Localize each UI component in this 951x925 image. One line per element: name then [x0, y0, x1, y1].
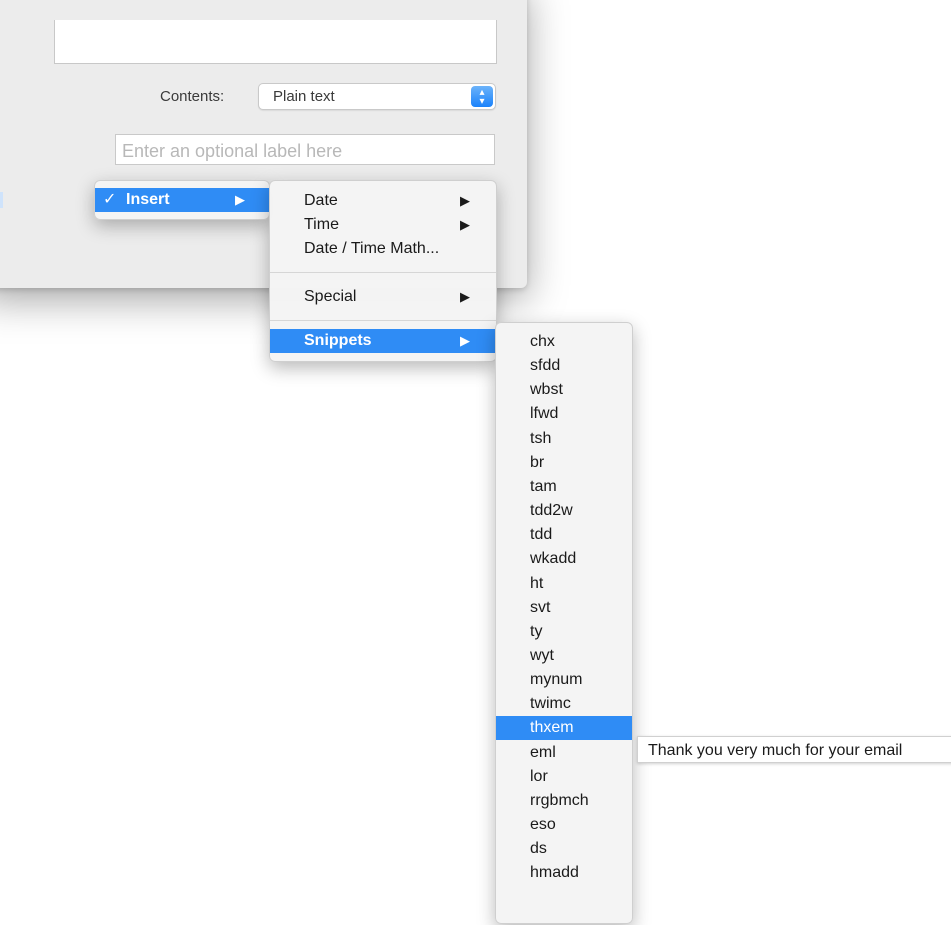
snippet-item-wkadd[interactable]: wkadd: [496, 547, 632, 571]
snippet-item-chx[interactable]: chx: [496, 330, 632, 354]
menu-separator: [270, 272, 496, 273]
contents-popup[interactable]: Plain text ▴ ▾: [258, 83, 496, 110]
menu-item-snippets-label: Snippets: [304, 332, 372, 349]
snippet-label: lfwd: [530, 405, 559, 423]
submenu-arrow-icon: ▶: [460, 333, 470, 348]
popup-chevrons-icon: ▴ ▾: [471, 86, 493, 107]
snippet-item-hmadd[interactable]: hmadd: [496, 861, 632, 885]
snippet-label: lor: [530, 767, 548, 785]
submenu-arrow-icon: ▶: [460, 289, 470, 304]
snippet-item-ht[interactable]: ht: [496, 572, 632, 596]
menu-item-time[interactable]: Time ▶: [270, 213, 496, 237]
snippet-label: tdd: [530, 526, 553, 544]
snippet-label: svt: [530, 598, 551, 616]
snippet-item-eml[interactable]: eml: [496, 741, 632, 765]
snippet-item-sfdd[interactable]: sfdd: [496, 354, 632, 378]
label-input[interactable]: [115, 134, 495, 165]
menu-item-date-time-math-label: Date / Time Math...: [304, 240, 440, 257]
snippet-label: wbst: [530, 381, 563, 399]
snippet-label: wyt: [530, 646, 554, 664]
snippet-item-svt[interactable]: svt: [496, 596, 632, 620]
menu-separator: [270, 320, 496, 321]
menu-item-date[interactable]: Date ▶: [270, 189, 496, 213]
submenu-arrow-icon: ▶: [460, 193, 470, 208]
snippet-item-tam[interactable]: tam: [496, 475, 632, 499]
snippet-label: eso: [530, 816, 556, 833]
snippet-label: ht: [530, 574, 544, 592]
submenu-arrow-icon: ▶: [460, 217, 470, 232]
snippet-item-wbst[interactable]: wbst: [496, 378, 632, 402]
insert-menu: ✓ Insert ▶: [94, 180, 270, 220]
menu-item-insert[interactable]: ✓ Insert ▶: [95, 188, 269, 212]
contents-popup-value: Plain text: [273, 88, 335, 105]
snippet-item-twimc[interactable]: twimc: [496, 692, 632, 716]
background-highlight: [0, 192, 3, 208]
snippets-menu: chx sfdd wbst lfwd tsh br tam tdd2w tdd wkadd ht sv…: [495, 322, 633, 924]
snippet-item-br[interactable]: br: [496, 451, 632, 475]
snippet-label: eml: [530, 743, 556, 761]
snippet-item-lfwd[interactable]: lfwd: [496, 402, 632, 426]
snippet-label: rrgbmch: [530, 791, 589, 809]
snippet-item-tsh[interactable]: tsh: [496, 427, 632, 451]
snippet-label: chx: [530, 333, 555, 350]
snippet-item-eso[interactable]: eso: [496, 813, 632, 837]
menu-item-insert-label: Insert: [126, 191, 170, 208]
snippet-label: br: [530, 453, 545, 471]
snippet-tooltip: Thank you very much for your email: [637, 736, 951, 763]
snippet-label: thxem: [530, 719, 574, 737]
menu-item-special-label: Special: [304, 288, 357, 305]
menu-item-special[interactable]: Special ▶: [270, 285, 496, 309]
snippet-item-thxem[interactable]: thxem: [496, 716, 632, 741]
snippet-label: tdd2w: [530, 502, 573, 520]
insert-submenu: Date ▶ Time ▶ Date / Time Math... Specia…: [269, 180, 497, 362]
snippet-label: sfdd: [530, 357, 561, 375]
snippet-item-lor[interactable]: lor: [496, 765, 632, 789]
snippet-item-tdd[interactable]: tdd: [496, 523, 632, 547]
snippet-label: mynum: [530, 671, 583, 689]
snippet-text-area[interactable]: [54, 20, 497, 64]
menu-item-time-label: Time: [304, 216, 339, 233]
snippet-item-ty[interactable]: ty: [496, 620, 632, 644]
snippet-item-tdd2w[interactable]: tdd2w: [496, 499, 632, 523]
snippet-item-mynum[interactable]: mynum: [496, 668, 632, 692]
submenu-arrow-icon: ▶: [235, 192, 245, 207]
snippet-item-rrgbmch[interactable]: rrgbmch: [496, 789, 632, 813]
snippet-label: wkadd: [530, 550, 577, 568]
snippet-label: tam: [530, 477, 557, 495]
checkmark-icon: ✓: [103, 191, 117, 208]
snippet-label: hmadd: [530, 864, 579, 882]
menu-item-date-label: Date: [304, 192, 338, 209]
snippet-item-ds[interactable]: ds: [496, 837, 632, 861]
snippet-item-wyt[interactable]: wyt: [496, 644, 632, 668]
contents-label: Contents:: [160, 88, 225, 105]
snippet-label: tsh: [530, 429, 552, 447]
menu-item-snippets[interactable]: Snippets ▶: [270, 329, 496, 353]
snippet-label: ty: [530, 622, 543, 640]
menu-item-date-time-math[interactable]: Date / Time Math...: [270, 237, 496, 261]
snippet-label: ds: [530, 840, 547, 858]
snippet-label: twimc: [530, 695, 571, 713]
